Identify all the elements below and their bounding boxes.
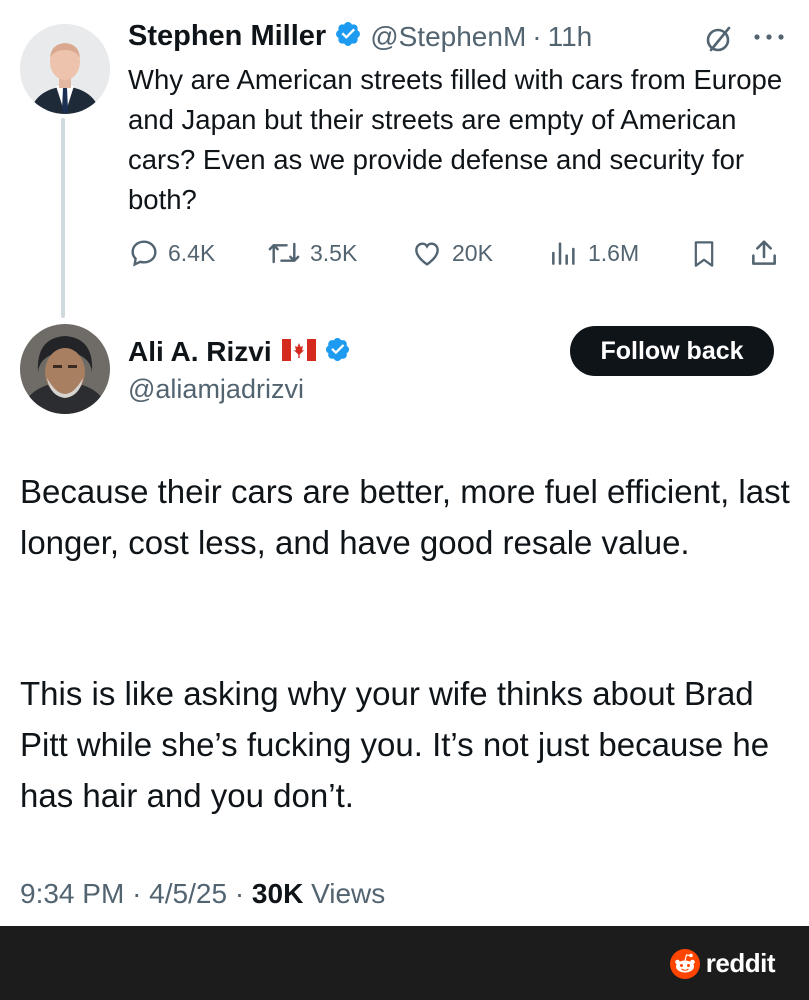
follow-back-button[interactable]: Follow back <box>570 326 774 376</box>
parent-timestamp[interactable]: 11h <box>548 21 593 53</box>
reply-display-name[interactable]: Ali A. Rizvi <box>128 336 272 368</box>
reply-meta: 9:34 PM · 4/5/25 · 30K Views <box>20 878 385 910</box>
reply-paragraph-1: Because their cars are better, more fuel… <box>20 473 790 561</box>
parent-tweet-text: Why are American streets filled with car… <box>128 64 783 215</box>
reddit-wordmark: reddit <box>705 948 776 978</box>
parent-display-name[interactable]: Stephen Miller <box>128 20 326 53</box>
reply-time[interactable]: 9:34 PM <box>20 878 124 909</box>
reply-views-count: 30K <box>251 878 304 909</box>
parent-handle[interactable]: @StephenM <box>370 21 526 53</box>
reply-paragraph-2: This is like asking why your wife thinks… <box>20 675 770 814</box>
separator-dot: · <box>132 878 142 909</box>
analytics-icon <box>552 242 575 265</box>
canada-flag-icon <box>281 338 316 366</box>
repost-count: 3.5K <box>310 239 358 266</box>
like-action[interactable]: 20K <box>410 237 493 269</box>
reply-handle[interactable]: @aliamjadrizvi <box>128 374 304 405</box>
reddit-footer: reddit <box>0 926 809 1000</box>
heart-icon <box>415 242 439 266</box>
reply-icon <box>131 240 157 267</box>
repost-action[interactable]: 3.5K <box>266 237 357 269</box>
reply-avatar[interactable] <box>20 324 110 414</box>
grok-icon[interactable] <box>704 24 734 59</box>
profile-photo <box>20 324 110 414</box>
profile-photo <box>20 24 110 114</box>
thread-connector-line <box>61 118 65 318</box>
verified-badge-icon <box>324 336 351 368</box>
like-count: 20K <box>452 239 493 266</box>
repost-icon <box>268 242 300 264</box>
reddit-snoo-icon <box>669 948 700 979</box>
reddit-logo: reddit <box>669 948 776 979</box>
views-action[interactable]: 1.6M <box>548 237 639 269</box>
share-icon[interactable] <box>748 237 780 274</box>
more-options-icon[interactable] <box>752 30 786 49</box>
reply-count: 6.4K <box>168 239 216 266</box>
views-count: 1.6M <box>588 239 640 266</box>
separator-dot: · <box>234 878 245 909</box>
bookmark-icon[interactable] <box>690 238 718 275</box>
reply-views-label: Views <box>311 878 386 909</box>
parent-avatar[interactable] <box>20 24 110 114</box>
parent-author-row: Stephen Miller @StephenM · 11h <box>128 20 592 53</box>
reply-date[interactable]: 4/5/25 <box>149 878 227 909</box>
reply-author-row: Ali A. Rizvi <box>128 336 351 368</box>
verified-badge-icon <box>334 20 362 53</box>
reply-action[interactable]: 6.4K <box>128 237 215 269</box>
separator-dot: · <box>532 20 542 52</box>
